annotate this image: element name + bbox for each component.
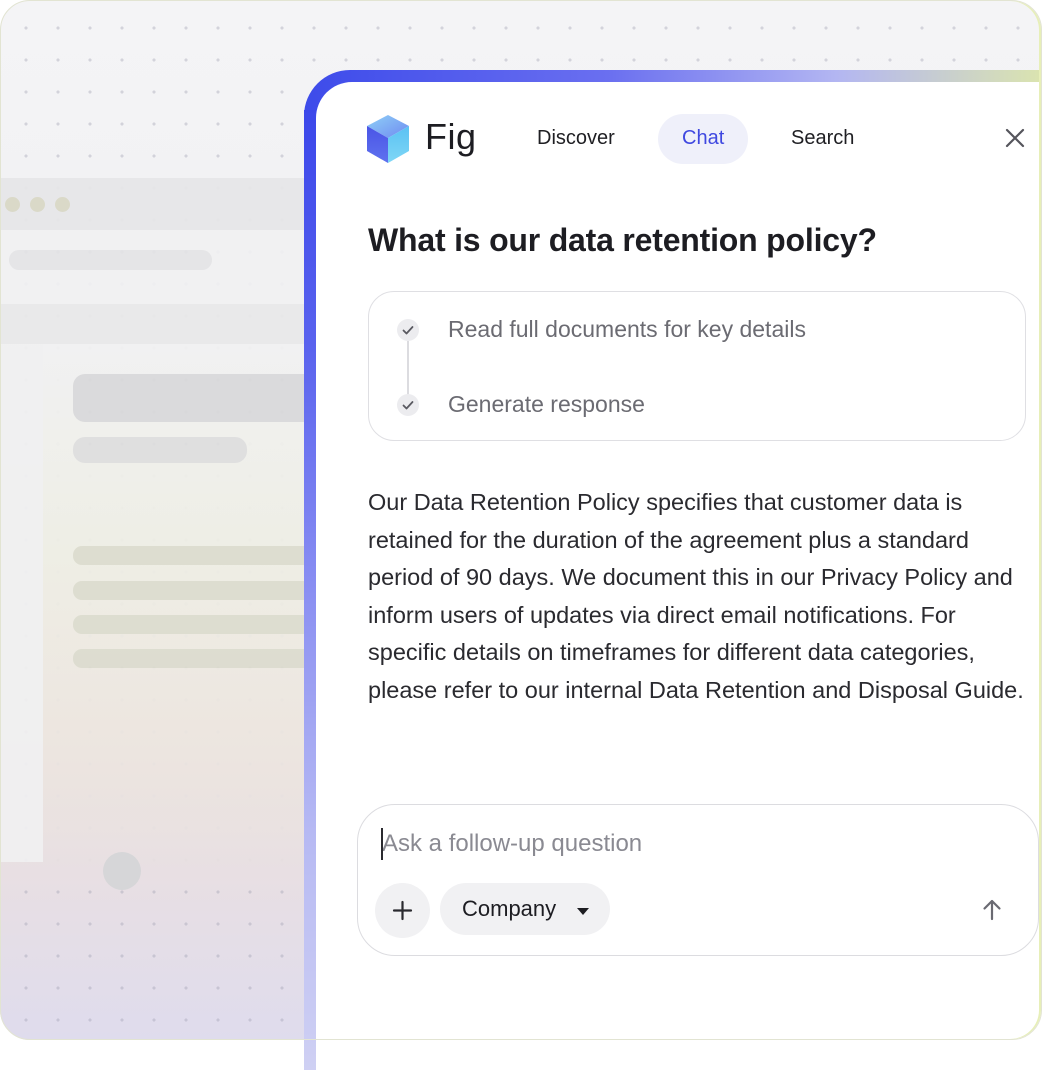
background-avatar <box>103 852 141 890</box>
background-toolbar <box>0 304 330 344</box>
caret-down-icon <box>576 904 590 922</box>
scope-dropdown[interactable]: Company <box>440 883 610 935</box>
cube-logo-icon <box>365 114 411 169</box>
placeholder-bar <box>73 437 247 463</box>
add-attachment-button[interactable] <box>375 883 430 938</box>
background-window-titlebar <box>0 178 330 230</box>
send-button[interactable] <box>974 892 1010 928</box>
window-dot <box>55 197 70 212</box>
follow-up-input[interactable] <box>382 826 982 862</box>
app-name: Fig <box>425 116 477 157</box>
background-content-panel <box>43 344 333 862</box>
step-connector <box>407 341 409 399</box>
tab-chat[interactable]: Chat <box>658 114 749 164</box>
close-icon[interactable] <box>1001 124 1029 152</box>
check-icon <box>397 394 419 416</box>
window-dot <box>5 197 20 212</box>
tab-discover[interactable]: Discover <box>513 114 639 164</box>
window-dot <box>30 197 45 212</box>
placeholder-line <box>73 615 333 634</box>
user-question: What is our data retention policy? <box>368 222 877 258</box>
tab-search[interactable]: Search <box>767 114 878 164</box>
placeholder-line <box>73 546 333 565</box>
placeholder-line <box>73 581 333 600</box>
progress-steps-card <box>368 291 1026 441</box>
placeholder-line <box>73 649 333 668</box>
background-window-mockup <box>0 178 333 862</box>
plus-icon <box>392 900 413 921</box>
step-label-read-documents: Read full documents for key details <box>448 316 806 342</box>
background-address-bar <box>9 250 212 270</box>
chat-panel-border <box>304 110 316 1070</box>
placeholder-bar <box>73 374 333 422</box>
arrow-up-icon <box>983 899 1001 921</box>
check-icon <box>397 319 419 341</box>
scope-label: Company <box>462 896 557 921</box>
step-label-generate-response: Generate response <box>448 391 645 417</box>
text-caret <box>381 828 383 860</box>
assistant-answer: Our Data Retention Policy specifies that… <box>368 489 1024 703</box>
